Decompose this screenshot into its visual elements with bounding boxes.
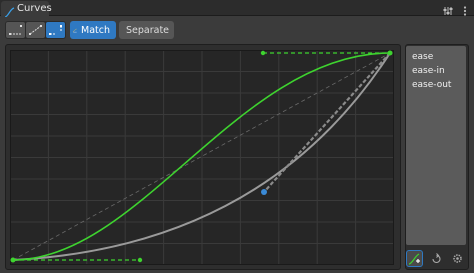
menu-dots-icon[interactable] (459, 2, 471, 16)
start-keyframe[interactable] (10, 257, 16, 263)
tab-curves[interactable]: Curves (1, 1, 52, 18)
refresh-icon (432, 253, 441, 264)
preset-item-ease[interactable]: ease (412, 52, 433, 62)
match-button[interactable]: Match (70, 21, 116, 39)
preset-item-ease-out[interactable]: ease-out (412, 80, 451, 90)
preset-list: ease ease-in ease-out (406, 46, 466, 245)
settings-button[interactable] (449, 250, 466, 267)
end-keyframe[interactable] (387, 50, 393, 56)
end-tangent-handle[interactable] (260, 50, 266, 56)
tangent-mode-group (5, 21, 66, 39)
auto-tangent-icon (29, 25, 42, 35)
add-preset-icon (408, 253, 420, 265)
add-preset-button[interactable] (406, 250, 423, 267)
curve-graph[interactable] (10, 50, 394, 265)
linear-tangent-icon (9, 25, 22, 35)
match-icon (73, 28, 77, 32)
broken-tangent-icon (49, 25, 62, 35)
curve-icon (4, 3, 15, 18)
match-label: Match (81, 24, 110, 36)
tangent-handle-point[interactable] (261, 189, 267, 195)
tab-label: Curves (17, 3, 52, 14)
preset-item-ease-in[interactable]: ease-in (412, 66, 445, 76)
gear-icon (453, 254, 462, 263)
broken-tangent-button[interactable] (46, 22, 65, 38)
auto-tangent-button[interactable] (26, 22, 45, 38)
separate-label: Separate (126, 24, 170, 36)
start-tangent-handle[interactable] (137, 257, 143, 263)
window-header (0, 0, 474, 16)
linear-tangent-button[interactable] (6, 22, 25, 38)
sliders-icon[interactable] (442, 2, 454, 15)
separate-button[interactable]: Separate (119, 21, 174, 39)
refresh-button[interactable] (428, 250, 445, 267)
